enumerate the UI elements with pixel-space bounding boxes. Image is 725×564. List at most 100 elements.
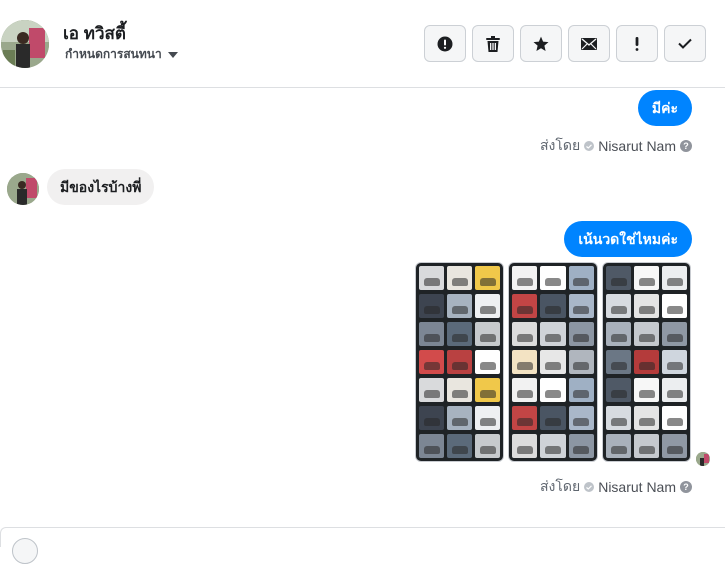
sent-by-agent[interactable]: Nisarut Nam — [598, 138, 676, 154]
outgoing-message[interactable]: เน้นวดใช่ไหมค่ะ — [564, 221, 692, 257]
sent-by-line: ส่งโดย Nisarut Nam ? — [540, 135, 692, 157]
incoming-message[interactable]: มีของไรบ้างพี่ — [47, 169, 155, 205]
car-thumbnail — [447, 294, 472, 318]
sent-by-prefix: ส่งโดย — [540, 478, 581, 494]
car-thumbnail — [475, 350, 500, 374]
spam-button[interactable] — [424, 25, 466, 62]
car-thumbnail — [662, 294, 687, 318]
assign-label: กำหนดการสนทนา — [65, 47, 162, 61]
sent-by-agent[interactable]: Nisarut Nam — [598, 479, 676, 495]
car-thumbnail — [512, 434, 538, 458]
delete-button[interactable] — [472, 25, 514, 62]
car-thumbnail — [606, 294, 631, 318]
car-listing-grid — [419, 266, 500, 458]
image-attachment[interactable] — [508, 262, 598, 462]
conversation-toolbar — [424, 25, 706, 62]
car-thumbnail — [662, 266, 687, 290]
car-thumbnail — [606, 350, 631, 374]
car-thumbnail — [540, 406, 566, 430]
car-thumbnail — [475, 378, 500, 402]
car-thumbnail — [447, 350, 472, 374]
car-thumbnail — [475, 294, 500, 318]
car-thumbnail — [568, 322, 594, 346]
car-thumbnail — [568, 406, 594, 430]
car-thumbnail — [662, 322, 687, 346]
envelope-icon — [581, 37, 597, 50]
message-composer[interactable] — [0, 527, 725, 564]
car-listing-grid — [606, 266, 687, 458]
car-thumbnail — [634, 322, 659, 346]
car-thumbnail — [447, 434, 472, 458]
car-thumbnail — [475, 322, 500, 346]
car-thumbnail — [475, 266, 500, 290]
car-thumbnail — [447, 406, 472, 430]
car-thumbnail — [662, 350, 687, 374]
car-thumbnail — [568, 350, 594, 374]
contact-avatar-small[interactable] — [7, 173, 39, 205]
car-thumbnail — [419, 378, 444, 402]
mark-unread-button[interactable] — [568, 25, 610, 62]
verified-check-icon — [584, 141, 595, 151]
car-thumbnail — [606, 378, 631, 402]
car-thumbnail — [512, 266, 538, 290]
car-thumbnail — [568, 434, 594, 458]
car-thumbnail — [606, 434, 631, 458]
car-thumbnail — [606, 322, 631, 346]
car-thumbnail — [447, 266, 472, 290]
car-listing-grid — [512, 266, 594, 458]
image-attachment[interactable] — [415, 262, 504, 462]
car-thumbnail — [512, 322, 538, 346]
sent-by-line: ส่งโดย Nisarut Nam ? — [540, 476, 692, 498]
car-thumbnail — [512, 294, 538, 318]
car-thumbnail — [512, 350, 538, 374]
car-thumbnail — [419, 350, 444, 374]
image-attachment[interactable] — [602, 262, 691, 462]
mark-done-button[interactable] — [664, 25, 706, 62]
car-thumbnail — [540, 294, 566, 318]
car-thumbnail — [512, 378, 538, 402]
car-thumbnail — [419, 266, 444, 290]
car-thumbnail — [568, 378, 594, 402]
car-thumbnail — [606, 266, 631, 290]
car-thumbnail — [419, 434, 444, 458]
car-thumbnail — [662, 406, 687, 430]
car-thumbnail — [568, 294, 594, 318]
checkmark-icon — [678, 38, 692, 49]
car-thumbnail — [634, 350, 659, 374]
outgoing-message[interactable]: มีค่ะ — [637, 90, 692, 126]
car-thumbnail — [606, 406, 631, 430]
help-icon[interactable]: ? — [680, 140, 692, 152]
contact-name: เอ ทวิสตี้ — [63, 24, 126, 43]
exclamation-icon — [635, 36, 639, 51]
star-button[interactable] — [520, 25, 562, 62]
car-thumbnail — [512, 406, 538, 430]
car-thumbnail — [419, 406, 444, 430]
car-thumbnail — [634, 266, 659, 290]
trash-icon — [486, 35, 500, 52]
seen-avatar — [696, 452, 710, 466]
car-thumbnail — [634, 294, 659, 318]
assign-conversation-dropdown[interactable]: กำหนดการสนทนา — [65, 45, 178, 64]
car-thumbnail — [419, 322, 444, 346]
car-thumbnail — [475, 434, 500, 458]
car-thumbnail — [568, 266, 594, 290]
follow-up-button[interactable] — [616, 25, 658, 62]
car-thumbnail — [447, 378, 472, 402]
car-thumbnail — [634, 434, 659, 458]
car-thumbnail — [540, 434, 566, 458]
help-icon[interactable]: ? — [680, 481, 692, 493]
car-thumbnail — [475, 406, 500, 430]
verified-check-icon — [584, 482, 595, 492]
contact-avatar[interactable] — [1, 20, 49, 68]
conversation-header: เอ ทวิสตี้ กำหนดการสนทนา — [0, 0, 725, 88]
sent-by-prefix: ส่งโดย — [540, 137, 581, 153]
car-thumbnail — [634, 378, 659, 402]
car-thumbnail — [662, 378, 687, 402]
car-thumbnail — [447, 322, 472, 346]
car-thumbnail — [634, 406, 659, 430]
car-thumbnail — [662, 434, 687, 458]
car-thumbnail — [540, 378, 566, 402]
alert-circle-icon — [437, 36, 453, 51]
star-icon — [533, 36, 549, 51]
car-thumbnail — [540, 350, 566, 374]
